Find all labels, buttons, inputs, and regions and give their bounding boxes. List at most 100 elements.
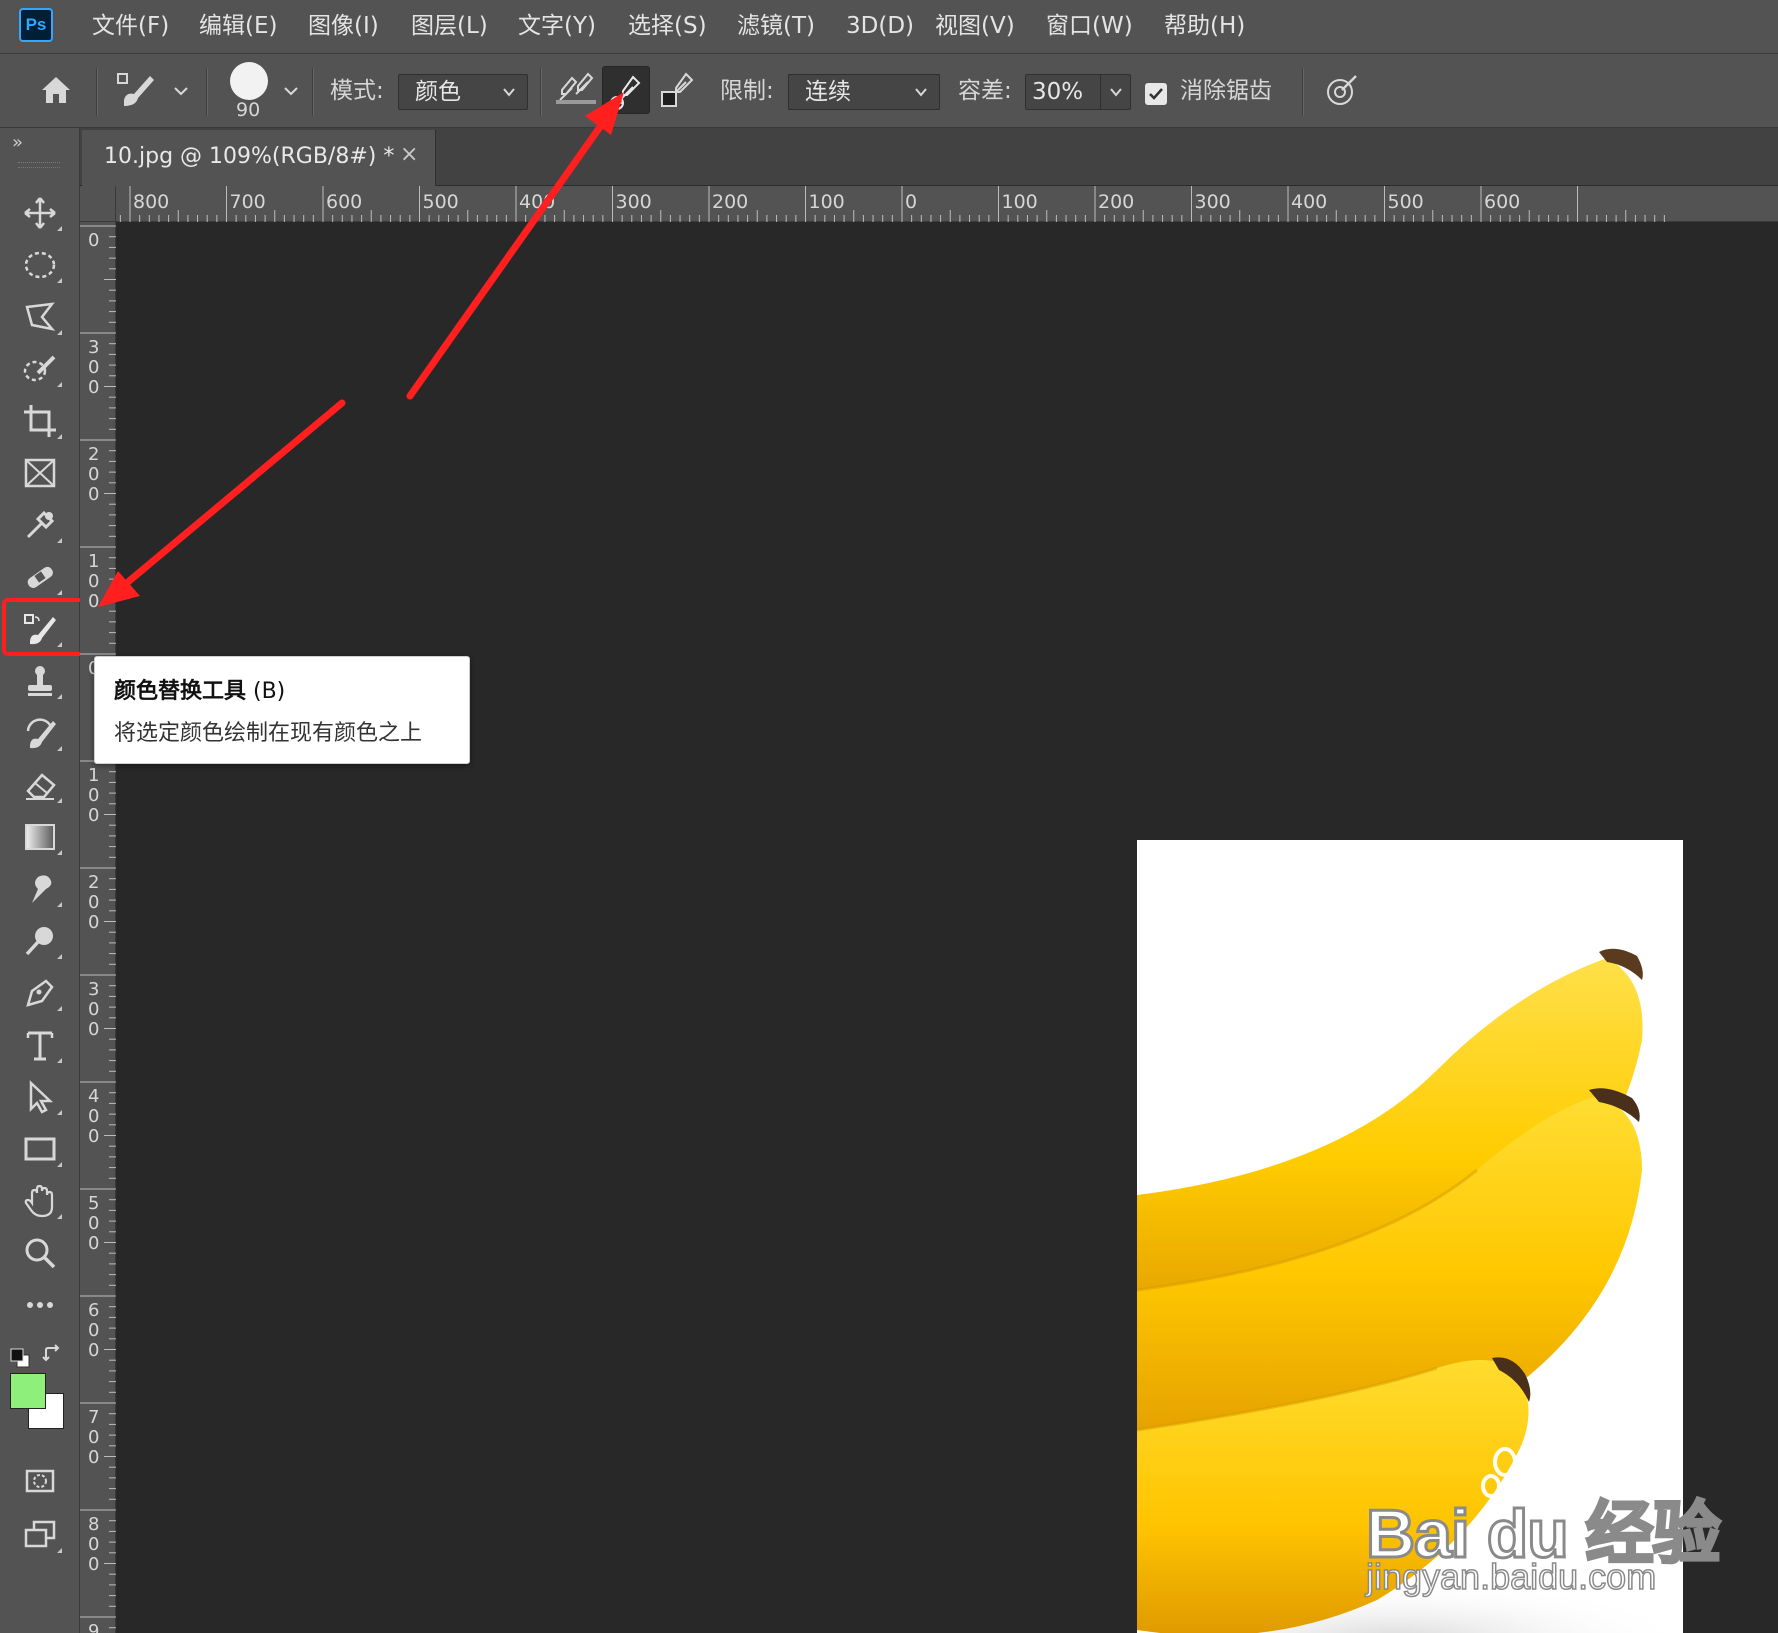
eyedropper-tool[interactable]	[14, 502, 66, 548]
menu-layer[interactable]: 图层(L)	[411, 10, 488, 42]
menu-file[interactable]: 文件(F)	[92, 10, 169, 42]
tools-panel: »	[0, 128, 80, 1633]
ruler-label: 0	[88, 1126, 99, 1147]
crop-tool[interactable]	[14, 398, 66, 444]
rectangle-tool[interactable]	[14, 1126, 66, 1172]
gradient-tool[interactable]	[14, 814, 66, 860]
type-tool[interactable]	[14, 1022, 66, 1068]
menu-view[interactable]: 视图(V)	[935, 10, 1015, 42]
ruler-label: 0	[88, 357, 99, 378]
home-icon[interactable]	[36, 70, 76, 110]
ruler-label: 500	[423, 191, 459, 213]
tolerance-label: 容差:	[958, 78, 1012, 104]
ruler-origin[interactable]	[80, 186, 116, 222]
hand-tool[interactable]	[14, 1178, 66, 1224]
move-tool[interactable]	[14, 190, 66, 236]
brush-tip-preview[interactable]	[230, 62, 268, 100]
menu-filter[interactable]: 滤镜(T)	[737, 10, 815, 42]
vertical-ruler[interactable]: 030020010001002003004005006007008009	[80, 222, 116, 1633]
polygonal-lasso-icon	[25, 302, 56, 331]
close-icon[interactable]: ×	[400, 142, 418, 167]
healing-brush-tool[interactable]	[14, 554, 66, 600]
tool-tooltip: 颜色替换工具 (B) 将选定颜色绘制在现有颜色之上	[94, 656, 470, 764]
tooltip-title: 颜色替换工具 (B)	[114, 673, 285, 705]
history-brush-tool[interactable]	[14, 710, 66, 756]
document-tab-bar: 10.jpg @ 109%(RGB/8#) * ×	[80, 128, 1778, 186]
menu-edit[interactable]: 编辑(E)	[199, 10, 277, 42]
ruler-label: 400	[1291, 191, 1327, 213]
tolerance-value: 30%	[1032, 79, 1084, 105]
screen-mode-button[interactable]	[14, 1512, 66, 1558]
sampling-continuous-icon[interactable]	[554, 70, 598, 110]
ruler-label: 0	[88, 571, 99, 592]
ruler-label: 1	[88, 551, 99, 572]
ruler-label: 0	[88, 484, 99, 505]
ruler-label: 0	[88, 1213, 99, 1234]
path-selection-tool[interactable]	[14, 1074, 66, 1120]
menu-help[interactable]: 帮助(H)	[1164, 10, 1245, 42]
menu-3d[interactable]: 3D(D)	[846, 10, 914, 42]
limit-value: 连续	[805, 79, 851, 105]
elliptical-marquee-icon	[24, 251, 56, 279]
ruler-label: 4	[88, 1086, 99, 1107]
swap-colors-icon[interactable]	[42, 1344, 64, 1366]
menu-select[interactable]: 选择(S)	[628, 10, 707, 42]
dodge-icon	[25, 927, 53, 956]
horizontal-ruler[interactable]: 800 700 600 500 400 300 200 100 0 100 200 300 400 500…	[116, 186, 1778, 222]
pen-tool[interactable]	[14, 970, 66, 1016]
menu-type[interactable]: 文字(Y)	[518, 10, 596, 42]
pressure-size-icon[interactable]	[1322, 70, 1362, 110]
ruler-label: 0	[88, 912, 99, 933]
limit-label: 限制:	[720, 78, 774, 104]
bandage-icon	[27, 566, 53, 588]
ruler-label: 2	[88, 444, 99, 465]
horizontal-ruler-ticks: 800 700 600 500 400 300 200 100 0 100 200 300 400 500…	[119, 186, 1665, 222]
menu-window[interactable]: 窗口(W)	[1046, 10, 1133, 42]
menu-image[interactable]: 图像(I)	[308, 10, 379, 42]
chevron-down-icon[interactable]	[172, 82, 190, 100]
lasso-tool[interactable]	[14, 294, 66, 340]
document-tab-title: 10.jpg @ 109%(RGB/8#) *	[104, 144, 395, 169]
limit-dropdown[interactable]: 连续	[788, 74, 940, 110]
type-icon	[26, 1031, 54, 1061]
ruler-label: 0	[88, 1320, 99, 1341]
zoom-tool[interactable]	[14, 1230, 66, 1276]
chevron-down-icon[interactable]	[282, 82, 300, 100]
frame-tool[interactable]	[14, 450, 66, 496]
panel-grip[interactable]	[18, 162, 60, 168]
antialias-checkbox[interactable]	[1145, 83, 1167, 105]
document-tab[interactable]: 10.jpg @ 109%(RGB/8#) * ×	[82, 130, 436, 186]
ruler-label: 0	[88, 230, 99, 251]
quick-selection-tool[interactable]	[14, 346, 66, 392]
tooltip-tool-name: 颜色替换工具	[114, 679, 247, 704]
chevron-down-icon	[1110, 88, 1122, 97]
sampling-background-swatch-icon[interactable]	[656, 70, 700, 110]
quick-mask-icon	[25, 1469, 55, 1493]
collapse-panel-icon[interactable]: »	[12, 132, 23, 153]
canvas-area[interactable]	[116, 222, 1778, 1633]
eraser-icon	[26, 773, 56, 800]
mode-dropdown[interactable]: 颜色	[398, 74, 528, 110]
tool-preset-icon[interactable]	[114, 68, 162, 112]
smudge-tool[interactable]	[14, 866, 66, 912]
ruler-label: 0	[88, 1447, 99, 1468]
vertical-ruler-ticks: 030020010001002003004005006007008009	[80, 225, 116, 1633]
watermark-url: jingyan.baidu.com	[1365, 1555, 1657, 1598]
edit-toolbar-button[interactable]	[14, 1282, 66, 1328]
clone-stamp-tool[interactable]	[14, 658, 66, 704]
marquee-tool[interactable]	[14, 242, 66, 288]
ruler-label: 3	[88, 337, 99, 358]
antialias-label: 消除锯齿	[1180, 78, 1272, 104]
default-colors-icon[interactable]	[10, 1348, 32, 1368]
quick-mask-button[interactable]	[14, 1458, 66, 1504]
foreground-color-swatch[interactable]	[10, 1373, 46, 1409]
tolerance-field[interactable]: 30%	[1025, 74, 1131, 110]
photoshop-logo: Ps	[19, 8, 53, 42]
ruler-label: 0	[88, 892, 99, 913]
chevron-down-icon	[915, 88, 927, 97]
dodge-tool[interactable]	[14, 918, 66, 964]
ruler-label: 0	[88, 1554, 99, 1575]
ruler-label: 0	[88, 464, 99, 485]
eraser-tool[interactable]	[14, 762, 66, 808]
sampling-once-icon[interactable]	[602, 66, 650, 114]
